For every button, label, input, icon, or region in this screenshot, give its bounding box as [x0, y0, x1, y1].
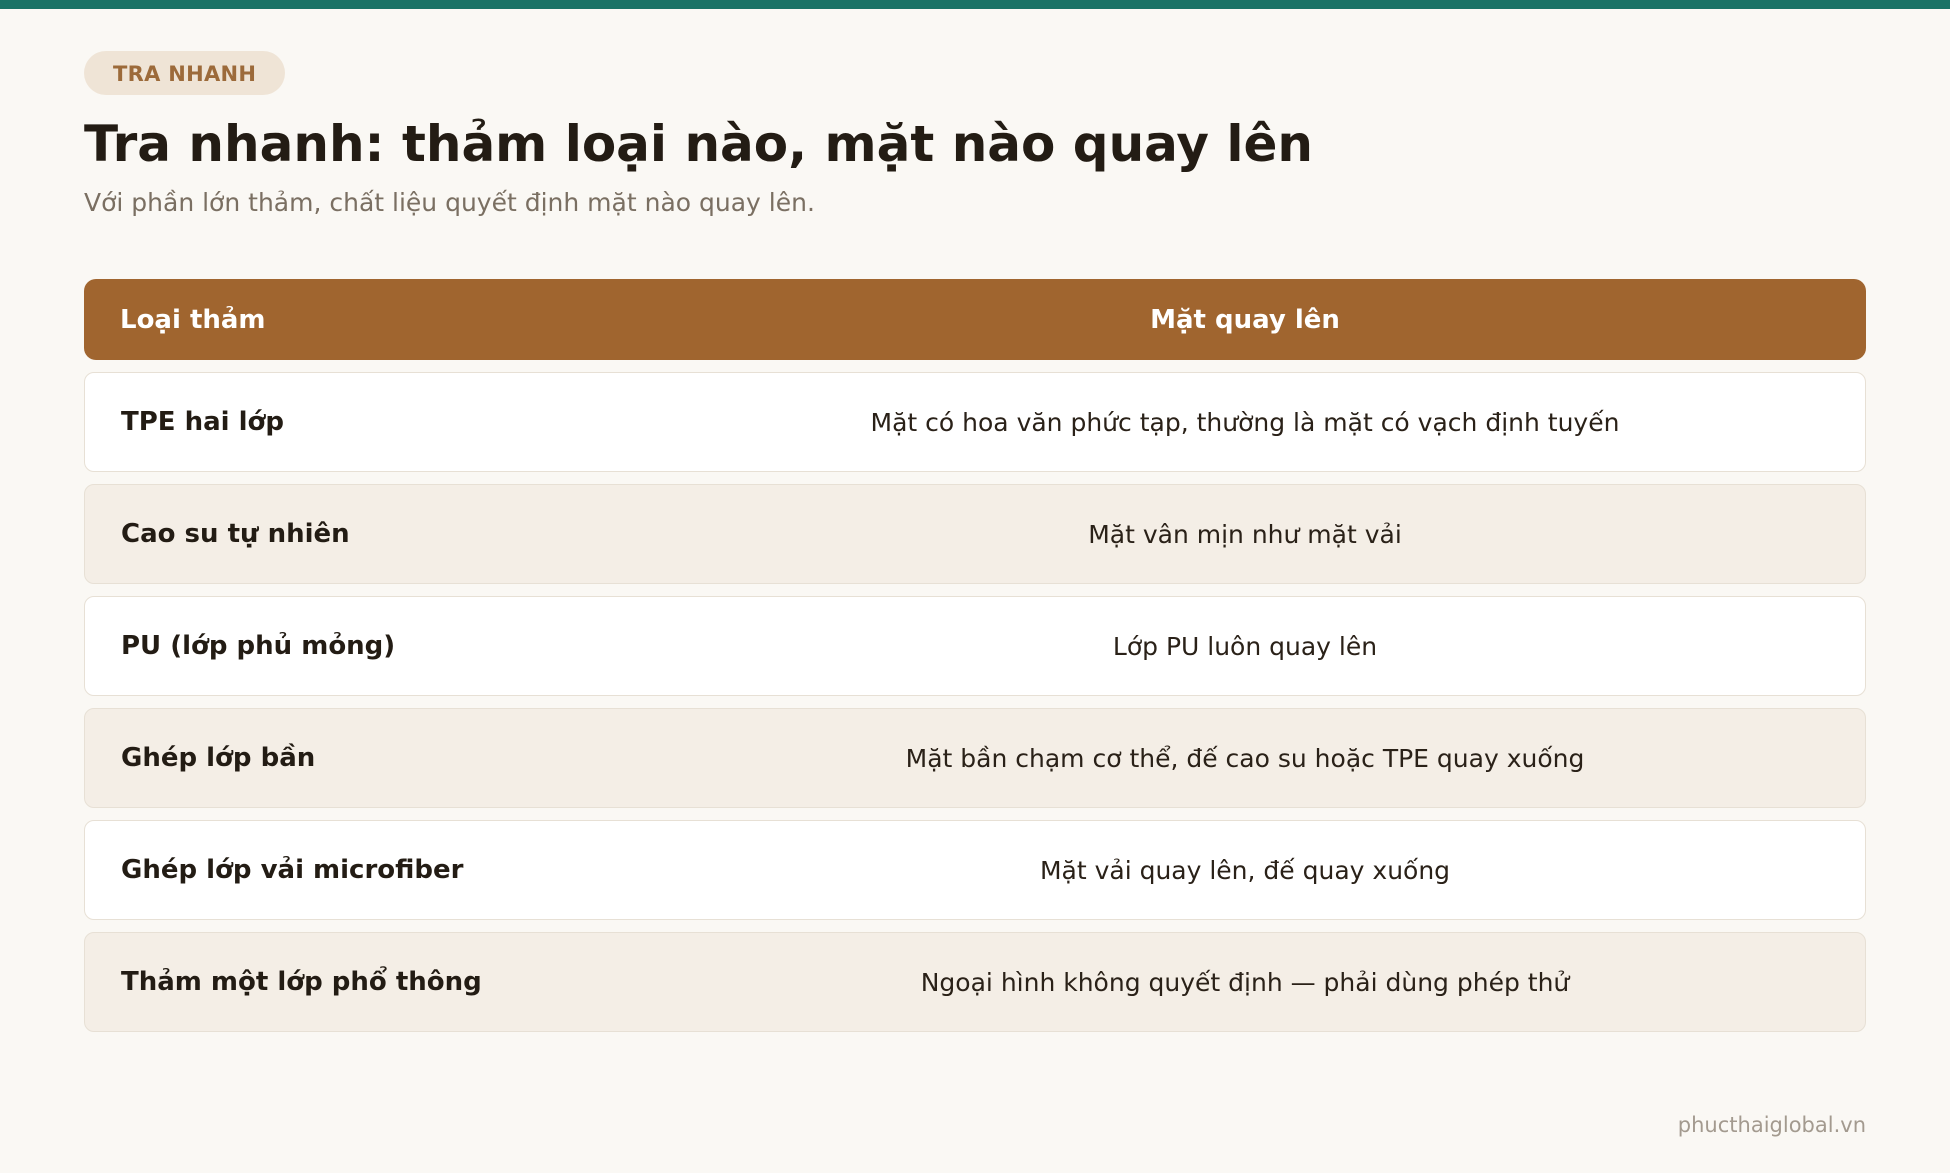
header-side: Mặt quay lên — [1150, 304, 1340, 335]
table-row: Ghép lớp vải microfiber Mặt vải quay lên… — [84, 820, 1866, 920]
table-header: Loại thảm Mặt quay lên — [84, 279, 1866, 360]
top-accent-bar — [0, 0, 1950, 9]
table-row: Cao su tự nhiên Mặt vân mịn như mặt vải — [84, 484, 1866, 584]
section-badge: TRA NHANH — [84, 51, 286, 95]
row-side: Mặt bần chạm cơ thể, đế cao su hoặc TPE … — [905, 743, 1585, 773]
table-row: Thảm một lớp phổ thông Ngoại hình không … — [84, 932, 1866, 1032]
row-side: Mặt vải quay lên, đế quay xuống — [1039, 855, 1451, 885]
row-type: Cao su tự nhiên — [121, 519, 350, 549]
row-type: TPE hai lớp — [121, 407, 285, 437]
row-side: Lớp PU luôn quay lên — [1112, 631, 1378, 661]
table-row: Ghép lớp bần Mặt bần chạm cơ thể, đế cao… — [84, 708, 1866, 808]
lookup-table: Loại thảm Mặt quay lên TPE hai lớp Mặt c… — [84, 279, 1866, 1032]
row-type: Thảm một lớp phổ thông — [121, 967, 482, 997]
row-side: Mặt vân mịn như mặt vải — [1088, 519, 1402, 549]
footer-domain: phucthaiglobal.vn — [1677, 1113, 1866, 1137]
table-row: TPE hai lớp Mặt có hoa văn phức tạp, thư… — [84, 372, 1866, 472]
row-type: Ghép lớp bần — [121, 743, 316, 773]
row-side: Ngoại hình không quyết định — phải dùng … — [920, 967, 1570, 997]
row-type: Ghép lớp vải microfiber — [121, 855, 464, 885]
row-side: Mặt có hoa văn phức tạp, thường là mặt c… — [870, 407, 1620, 437]
header-type: Loại thảm — [120, 304, 266, 335]
page-subtitle: Với phần lớn thảm, chất liệu quyết định … — [84, 188, 815, 217]
row-type: PU (lớp phủ mỏng) — [121, 631, 396, 661]
table-row: PU (lớp phủ mỏng) Lớp PU luôn quay lên — [84, 596, 1866, 696]
page-title: Tra nhanh: thảm loại nào, mặt nào quay l… — [84, 115, 1314, 173]
